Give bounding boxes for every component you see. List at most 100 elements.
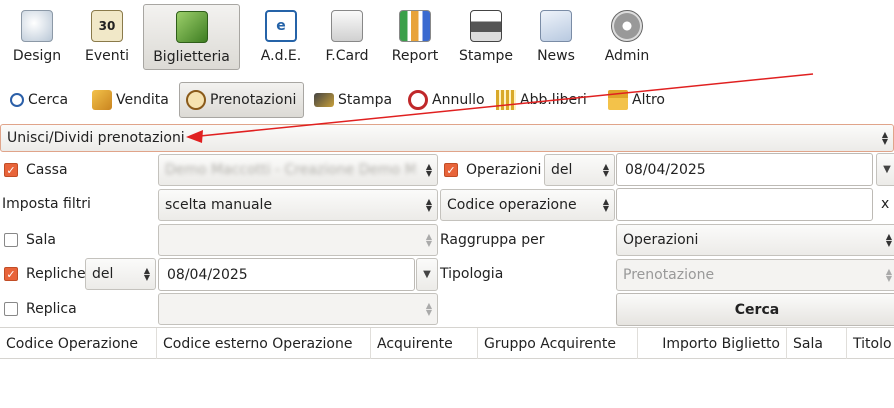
subtoolbar-label: Prenotazioni bbox=[210, 92, 297, 108]
subtoolbar-label: Vendita bbox=[116, 92, 169, 108]
replica-select[interactable]: ▲ ▼ bbox=[158, 293, 438, 325]
operazioni-date-input[interactable]: 08/04/2025 bbox=[616, 153, 873, 186]
operazioni-date-dropdown[interactable]: ▼ bbox=[876, 153, 894, 186]
toolbar-label: News bbox=[537, 48, 575, 64]
toolbar-label: Design bbox=[12, 48, 62, 64]
cassa-label: Cassa bbox=[26, 162, 68, 178]
tipologia-label: Tipologia bbox=[440, 260, 503, 288]
operazioni-label: Operazioni bbox=[466, 162, 542, 178]
cerca-button[interactable]: Cerca bbox=[616, 293, 894, 326]
toolbar-label: Eventi bbox=[85, 48, 129, 64]
updown-icon: ▲ ▼ bbox=[885, 267, 892, 283]
gift-icon bbox=[608, 90, 628, 110]
calendar-icon: 30 bbox=[91, 10, 123, 42]
replica-checkbox[interactable]: Replica bbox=[4, 295, 77, 323]
tipologia-select[interactable]: Prenotazione ▲ ▼ bbox=[616, 259, 894, 291]
subtoolbar-prenotazioni-button[interactable]: Prenotazioni bbox=[179, 82, 304, 118]
imposta-filtri-select[interactable]: scelta manuale ▲ ▼ bbox=[158, 189, 438, 221]
updown-icon: ▲ ▼ bbox=[881, 130, 888, 146]
updown-icon: ▲ ▼ bbox=[425, 162, 432, 178]
operazioni-mode-value: del bbox=[551, 162, 573, 178]
updown-icon: ▲ ▼ bbox=[602, 162, 609, 178]
codice-operazione-input[interactable] bbox=[616, 188, 873, 221]
sale-icon bbox=[92, 90, 112, 110]
subscription-icon bbox=[496, 90, 516, 110]
results-table-header: Codice Operazione Codice esterno Operazi… bbox=[0, 327, 894, 359]
column-header[interactable]: Codice Operazione bbox=[0, 328, 157, 359]
cassa-select[interactable]: Demo Maccotti - Creazione Demo Mac ▲ ▼ bbox=[158, 154, 438, 186]
column-header[interactable]: Acquirente bbox=[371, 328, 478, 359]
gears-icon bbox=[611, 10, 643, 42]
imposta-filtri-value: scelta manuale bbox=[165, 197, 273, 213]
close-icon: x bbox=[881, 196, 890, 212]
subtoolbar-label: Altro bbox=[632, 92, 665, 108]
check-icon: ✓ bbox=[444, 163, 458, 177]
subtoolbar-cerca-button[interactable]: Cerca bbox=[4, 82, 74, 118]
subtoolbar-label: Annullo bbox=[432, 92, 485, 108]
sala-checkbox[interactable]: Sala bbox=[4, 226, 56, 254]
updown-icon: ▲ ▼ bbox=[602, 197, 609, 213]
toolbar-eventi-button[interactable]: 30 Eventi bbox=[78, 4, 136, 70]
check-icon: ✓ bbox=[4, 163, 18, 177]
toolbar-label: Admin bbox=[604, 48, 650, 64]
column-header-label: Titolo bbox=[853, 335, 892, 352]
column-header[interactable]: Titolo bbox=[847, 328, 894, 359]
toolbar-stampe-button[interactable]: Stampe bbox=[454, 4, 518, 70]
column-header[interactable]: Sala bbox=[787, 328, 847, 359]
column-header-label: Acquirente bbox=[377, 335, 453, 352]
toolbar-biglietteria-button[interactable]: Biglietteria bbox=[143, 4, 240, 70]
sub-toolbar: Cerca Vendita Prenotazioni Stampa Annull… bbox=[0, 80, 894, 120]
subtoolbar-abbliberi-button[interactable]: Abb.liberi bbox=[490, 82, 593, 118]
subtoolbar-label: Cerca bbox=[28, 92, 69, 108]
toolbar-label: Stampe bbox=[458, 48, 514, 64]
clear-button[interactable]: x bbox=[881, 190, 889, 218]
toolbar-admin-button[interactable]: Admin bbox=[598, 4, 656, 70]
repliche-mode-select[interactable]: del ▲ ▼ bbox=[85, 258, 156, 290]
subtoolbar-stampa-button[interactable]: Stampa bbox=[308, 82, 398, 118]
repliche-mode-value: del bbox=[92, 266, 114, 282]
column-header-label: Importo Biglietto bbox=[662, 335, 780, 352]
checkbox-icon bbox=[4, 233, 18, 247]
cassa-checkbox[interactable]: ✓ Cassa bbox=[4, 156, 68, 184]
subtoolbar-annullo-button[interactable]: Annullo bbox=[402, 82, 491, 118]
repliche-date-dropdown[interactable]: ▼ bbox=[416, 258, 438, 291]
subtoolbar-altro-button[interactable]: Altro bbox=[602, 82, 671, 118]
tipologia-text: Tipologia bbox=[440, 266, 504, 282]
operazioni-checkbox[interactable]: ✓ Operazioni bbox=[444, 156, 541, 184]
chart-icon bbox=[399, 10, 431, 42]
chevron-down-icon: ▼ bbox=[423, 269, 431, 280]
repliche-date-input[interactable]: 08/04/2025 bbox=[158, 258, 415, 291]
toolbar-news-button[interactable]: News bbox=[528, 4, 584, 70]
toolbar-ade-button[interactable]: e A.d.E. bbox=[250, 4, 312, 70]
imposta-filtri-label: Imposta filtri bbox=[2, 190, 91, 218]
toolbar-design-button[interactable]: Design bbox=[8, 4, 66, 70]
card-icon bbox=[331, 10, 363, 42]
toolbar-label: Biglietteria bbox=[153, 49, 230, 65]
tipologia-value: Prenotazione bbox=[623, 267, 715, 283]
checkbox-icon bbox=[4, 302, 18, 316]
subtoolbar-vendita-button[interactable]: Vendita bbox=[86, 82, 175, 118]
column-header[interactable]: Codice esterno Operazione bbox=[157, 328, 371, 359]
toolbar-fcard-button[interactable]: F.Card bbox=[318, 4, 376, 70]
search-icon bbox=[10, 93, 24, 107]
mode-select[interactable]: Unisci/Dividi prenotazioni ▲ ▼ bbox=[0, 124, 894, 152]
chevron-down-icon: ▼ bbox=[883, 164, 891, 175]
sala-select[interactable]: ▲ ▼ bbox=[158, 224, 438, 256]
column-header[interactable]: Gruppo Acquirente bbox=[478, 328, 638, 359]
sala-label: Sala bbox=[26, 232, 56, 248]
toolbar-label: A.d.E. bbox=[260, 48, 302, 64]
column-header-label: Codice Operazione bbox=[6, 335, 139, 352]
subtoolbar-label: Stampa bbox=[338, 92, 393, 108]
repliche-checkbox[interactable]: ✓ Repliche bbox=[4, 260, 86, 288]
toolbar-report-button[interactable]: Report bbox=[386, 4, 444, 70]
updown-icon: ▲ ▼ bbox=[885, 232, 892, 248]
codice-operazione-select[interactable]: Codice operazione ▲ ▼ bbox=[440, 189, 615, 221]
subtoolbar-label: Abb.liberi bbox=[520, 92, 587, 108]
design-icon bbox=[21, 10, 53, 42]
updown-icon: ▲ ▼ bbox=[143, 266, 150, 282]
column-header[interactable]: Importo Biglietto bbox=[638, 328, 787, 359]
raggruppa-select[interactable]: Operazioni ▲ ▼ bbox=[616, 224, 894, 256]
toolbar-label: F.Card bbox=[325, 48, 369, 64]
operazioni-mode-select[interactable]: del ▲ ▼ bbox=[544, 154, 615, 186]
printer-icon bbox=[470, 10, 502, 42]
